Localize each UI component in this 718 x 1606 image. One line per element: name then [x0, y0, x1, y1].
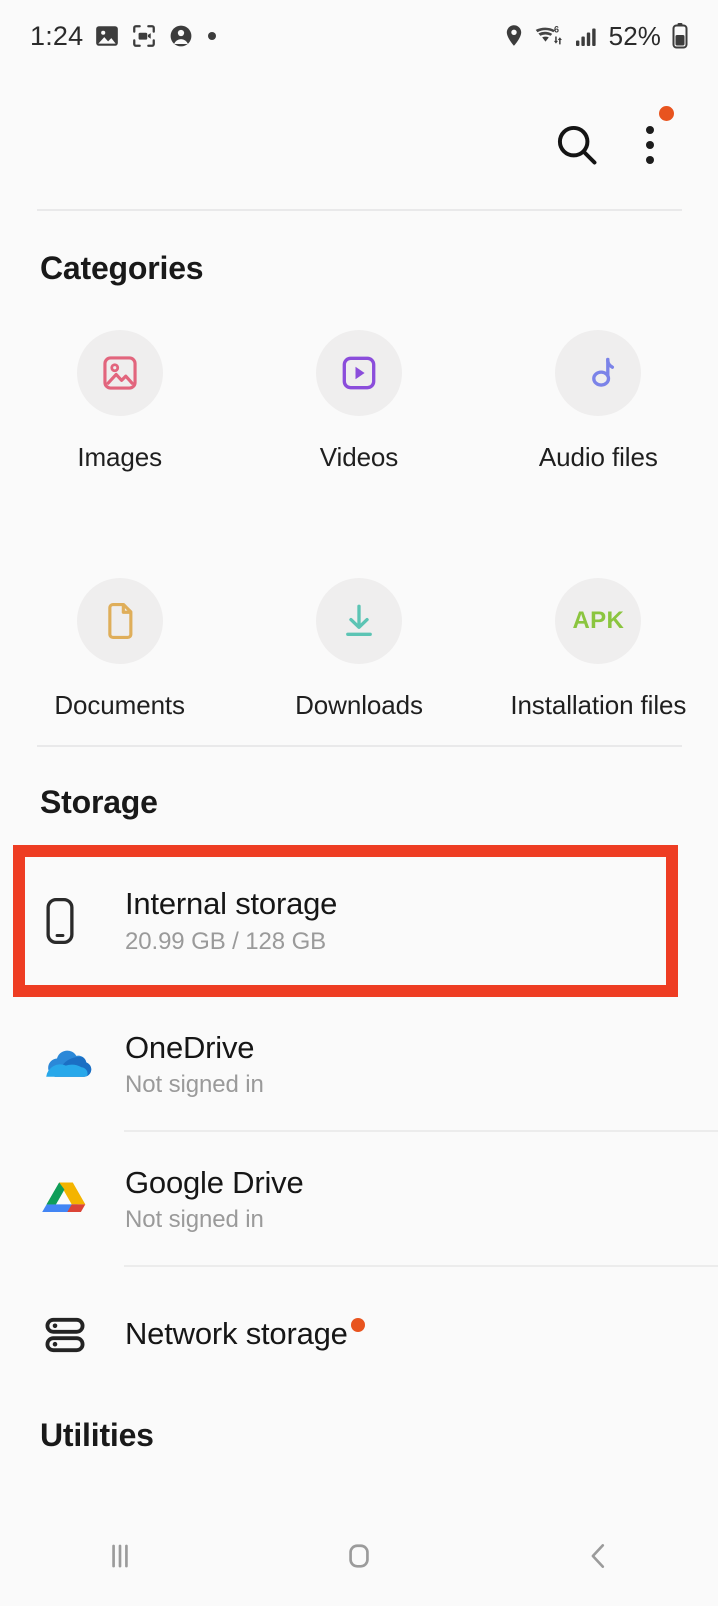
gallery-icon [94, 23, 120, 49]
storage-item-onedrive[interactable]: OneDrive Not signed in [0, 997, 718, 1132]
category-documents-circle [77, 578, 163, 664]
more-options-badge [659, 106, 674, 121]
network-storage-name: Network storage [125, 1316, 365, 1353]
contact-icon [168, 23, 194, 49]
more-dot-3 [646, 156, 654, 164]
search-button[interactable] [552, 120, 602, 170]
category-videos[interactable]: Videos [239, 330, 478, 473]
status-bar-clock: 1:24 [30, 21, 83, 52]
google-drive-name: Google Drive [125, 1165, 304, 1202]
back-button[interactable] [479, 1506, 718, 1606]
category-videos-circle [316, 330, 402, 416]
category-audio-files-label: Audio files [539, 442, 658, 473]
apk-icon: APK [573, 607, 625, 635]
onedrive-icon [41, 1045, 93, 1085]
onedrive-icon-wrap [41, 1045, 125, 1085]
category-installation-files[interactable]: APK Installation files [479, 578, 718, 721]
category-installation-files-circle: APK [555, 578, 641, 664]
network-storage-label: Network storage [125, 1316, 348, 1351]
internal-storage-text: Internal storage 20.99 GB / 128 GB [125, 886, 337, 956]
category-documents[interactable]: Documents [0, 578, 239, 721]
action-bar [0, 72, 718, 210]
onedrive-text: OneDrive Not signed in [125, 1030, 264, 1100]
back-icon [576, 1534, 620, 1578]
music-note-icon [577, 352, 619, 394]
recents-button[interactable] [0, 1506, 239, 1606]
category-installation-files-label: Installation files [510, 690, 686, 721]
status-bar: 1:24 [0, 0, 718, 72]
document-icon [99, 600, 141, 642]
network-storage-badge [351, 1318, 365, 1332]
status-bar-left: 1:24 [30, 21, 216, 52]
image-icon [99, 352, 141, 394]
svg-text:6: 6 [554, 25, 559, 35]
category-documents-label: Documents [54, 690, 185, 721]
categories-row-1: Images Videos [0, 330, 718, 473]
dot-indicator-icon [208, 32, 216, 40]
home-button[interactable] [239, 1506, 478, 1606]
google-drive-sub: Not signed in [125, 1206, 304, 1234]
internal-storage-icon-wrap [41, 894, 125, 948]
category-images-circle [77, 330, 163, 416]
network-storage-text: Network storage [125, 1316, 365, 1353]
battery-icon [670, 22, 690, 50]
category-images-label: Images [77, 442, 162, 473]
more-options-button[interactable] [628, 116, 672, 174]
storage-item-google-drive[interactable]: Google Drive Not signed in [0, 1132, 718, 1267]
battery-percent: 52% [609, 21, 661, 52]
signal-bars-icon [574, 23, 600, 49]
system-navigation-bar [0, 1506, 718, 1606]
category-downloads-label: Downloads [295, 690, 423, 721]
categories-heading: Categories [40, 250, 203, 287]
more-dot-1 [646, 126, 654, 134]
category-videos-label: Videos [320, 442, 398, 473]
phone-icon [41, 894, 79, 948]
category-audio-files[interactable]: Audio files [479, 330, 718, 473]
wifi-6-icon: 6 [535, 23, 565, 49]
divider-categories-storage [37, 745, 682, 747]
category-audio-files-circle [555, 330, 641, 416]
status-bar-right: 6 52% [502, 21, 690, 52]
more-dot-2 [646, 141, 654, 149]
recents-icon [98, 1534, 142, 1578]
location-pin-icon [502, 23, 526, 49]
screen-record-icon [131, 23, 157, 49]
categories-row-2: Documents Downloads APK [0, 578, 718, 721]
onedrive-name: OneDrive [125, 1030, 264, 1067]
video-icon [338, 352, 380, 394]
files-app-screen: 1:24 [0, 0, 718, 1606]
onedrive-sub: Not signed in [125, 1071, 264, 1099]
internal-storage-sub: 20.99 GB / 128 GB [125, 928, 337, 956]
utilities-heading: Utilities [40, 1417, 154, 1454]
google-drive-icon [41, 1177, 91, 1223]
storage-heading: Storage [40, 784, 158, 821]
network-storage-icon-wrap [41, 1311, 125, 1359]
category-downloads-circle [316, 578, 402, 664]
storage-list: Internal storage 20.99 GB / 128 GB OneDr… [0, 845, 718, 1402]
server-icon [41, 1311, 89, 1359]
divider-top [37, 209, 682, 211]
category-downloads[interactable]: Downloads [239, 578, 478, 721]
internal-storage-name: Internal storage [125, 886, 337, 923]
google-drive-text: Google Drive Not signed in [125, 1165, 304, 1235]
storage-item-network-storage[interactable]: Network storage [0, 1267, 718, 1402]
categories-grid: Images Videos [0, 330, 718, 721]
home-icon [337, 1534, 381, 1578]
storage-item-internal-storage[interactable]: Internal storage 20.99 GB / 128 GB [0, 845, 718, 997]
download-icon [338, 600, 380, 642]
google-drive-icon-wrap [41, 1177, 125, 1223]
category-images[interactable]: Images [0, 330, 239, 473]
search-icon [552, 120, 602, 170]
